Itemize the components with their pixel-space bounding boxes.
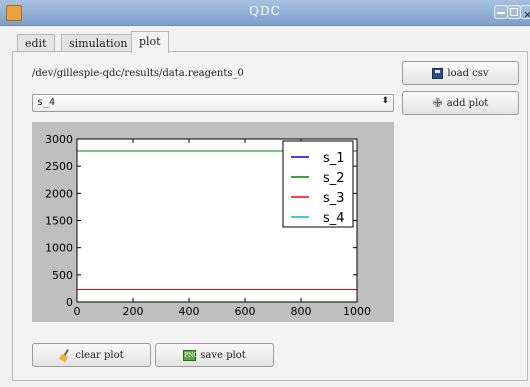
window-title: QDC (249, 4, 281, 18)
tab-edit[interactable]: edit (17, 34, 55, 52)
tab-simulation[interactable]: simulation (61, 34, 136, 52)
x-tick-label: 0 (74, 305, 81, 318)
x-tick-label: 200 (123, 305, 144, 318)
save-plot-button[interactable]: PNG save plot (155, 343, 274, 367)
add-plot-label: add plot (446, 97, 489, 109)
clear-plot-button[interactable]: clear plot (32, 343, 151, 367)
x-tick-label: 800 (291, 305, 312, 318)
load-csv-button[interactable]: load csv (402, 61, 519, 85)
broom-icon (59, 349, 71, 361)
tab-plot[interactable]: plot (131, 31, 169, 53)
floppy-icon (432, 67, 444, 79)
legend-label-s-2: s_2 (323, 171, 345, 186)
x-tick-label: 1000 (343, 305, 371, 318)
title-bar: QDC × (0, 0, 530, 26)
save-image-icon: PNG (183, 349, 199, 361)
y-tick-label: 2500 (45, 160, 73, 173)
y-tick-label: 3000 (45, 133, 73, 146)
minimize-icon (497, 12, 505, 14)
save-plot-label: save plot (200, 349, 246, 361)
close-button[interactable]: × (520, 5, 530, 21)
maximize-icon (510, 8, 518, 16)
y-tick-label: 1000 (45, 242, 73, 255)
y-tick-label: 0 (66, 296, 73, 309)
x-tick-label: 600 (235, 305, 256, 318)
file-path-label: /dev/gillespie-qdc/results/data.reagents… (32, 68, 244, 79)
species-select[interactable]: s_4 ⬍ (32, 94, 394, 112)
x-tick-label: 400 (179, 305, 200, 318)
plot-canvas: 0 200 400 600 800 1000 0 500 1000 1500 2000 2500 300… (32, 122, 394, 322)
load-csv-label: load csv (447, 67, 489, 79)
legend-label-s-3: s_3 (323, 191, 345, 206)
line-chart: 0 200 400 600 800 1000 0 500 1000 1500 2000 2500 300… (45, 133, 371, 318)
updown-arrow-icon: ⬍ (381, 96, 389, 106)
add-plot-button[interactable]: ✙ add plot (402, 91, 519, 115)
close-icon: × (523, 8, 530, 21)
plus-icon: ✙ (432, 96, 443, 110)
clear-plot-label: clear plot (75, 349, 124, 361)
maximize-button[interactable] (507, 5, 521, 19)
y-tick-label: 1500 (45, 215, 73, 228)
y-tick-label: 500 (52, 269, 73, 282)
legend-label-s-4: s_4 (323, 211, 345, 226)
minimize-button[interactable] (494, 5, 508, 19)
y-tick-label: 2000 (45, 187, 73, 200)
species-select-value: s_4 (37, 97, 56, 108)
legend-label-s-1: s_1 (323, 151, 345, 166)
